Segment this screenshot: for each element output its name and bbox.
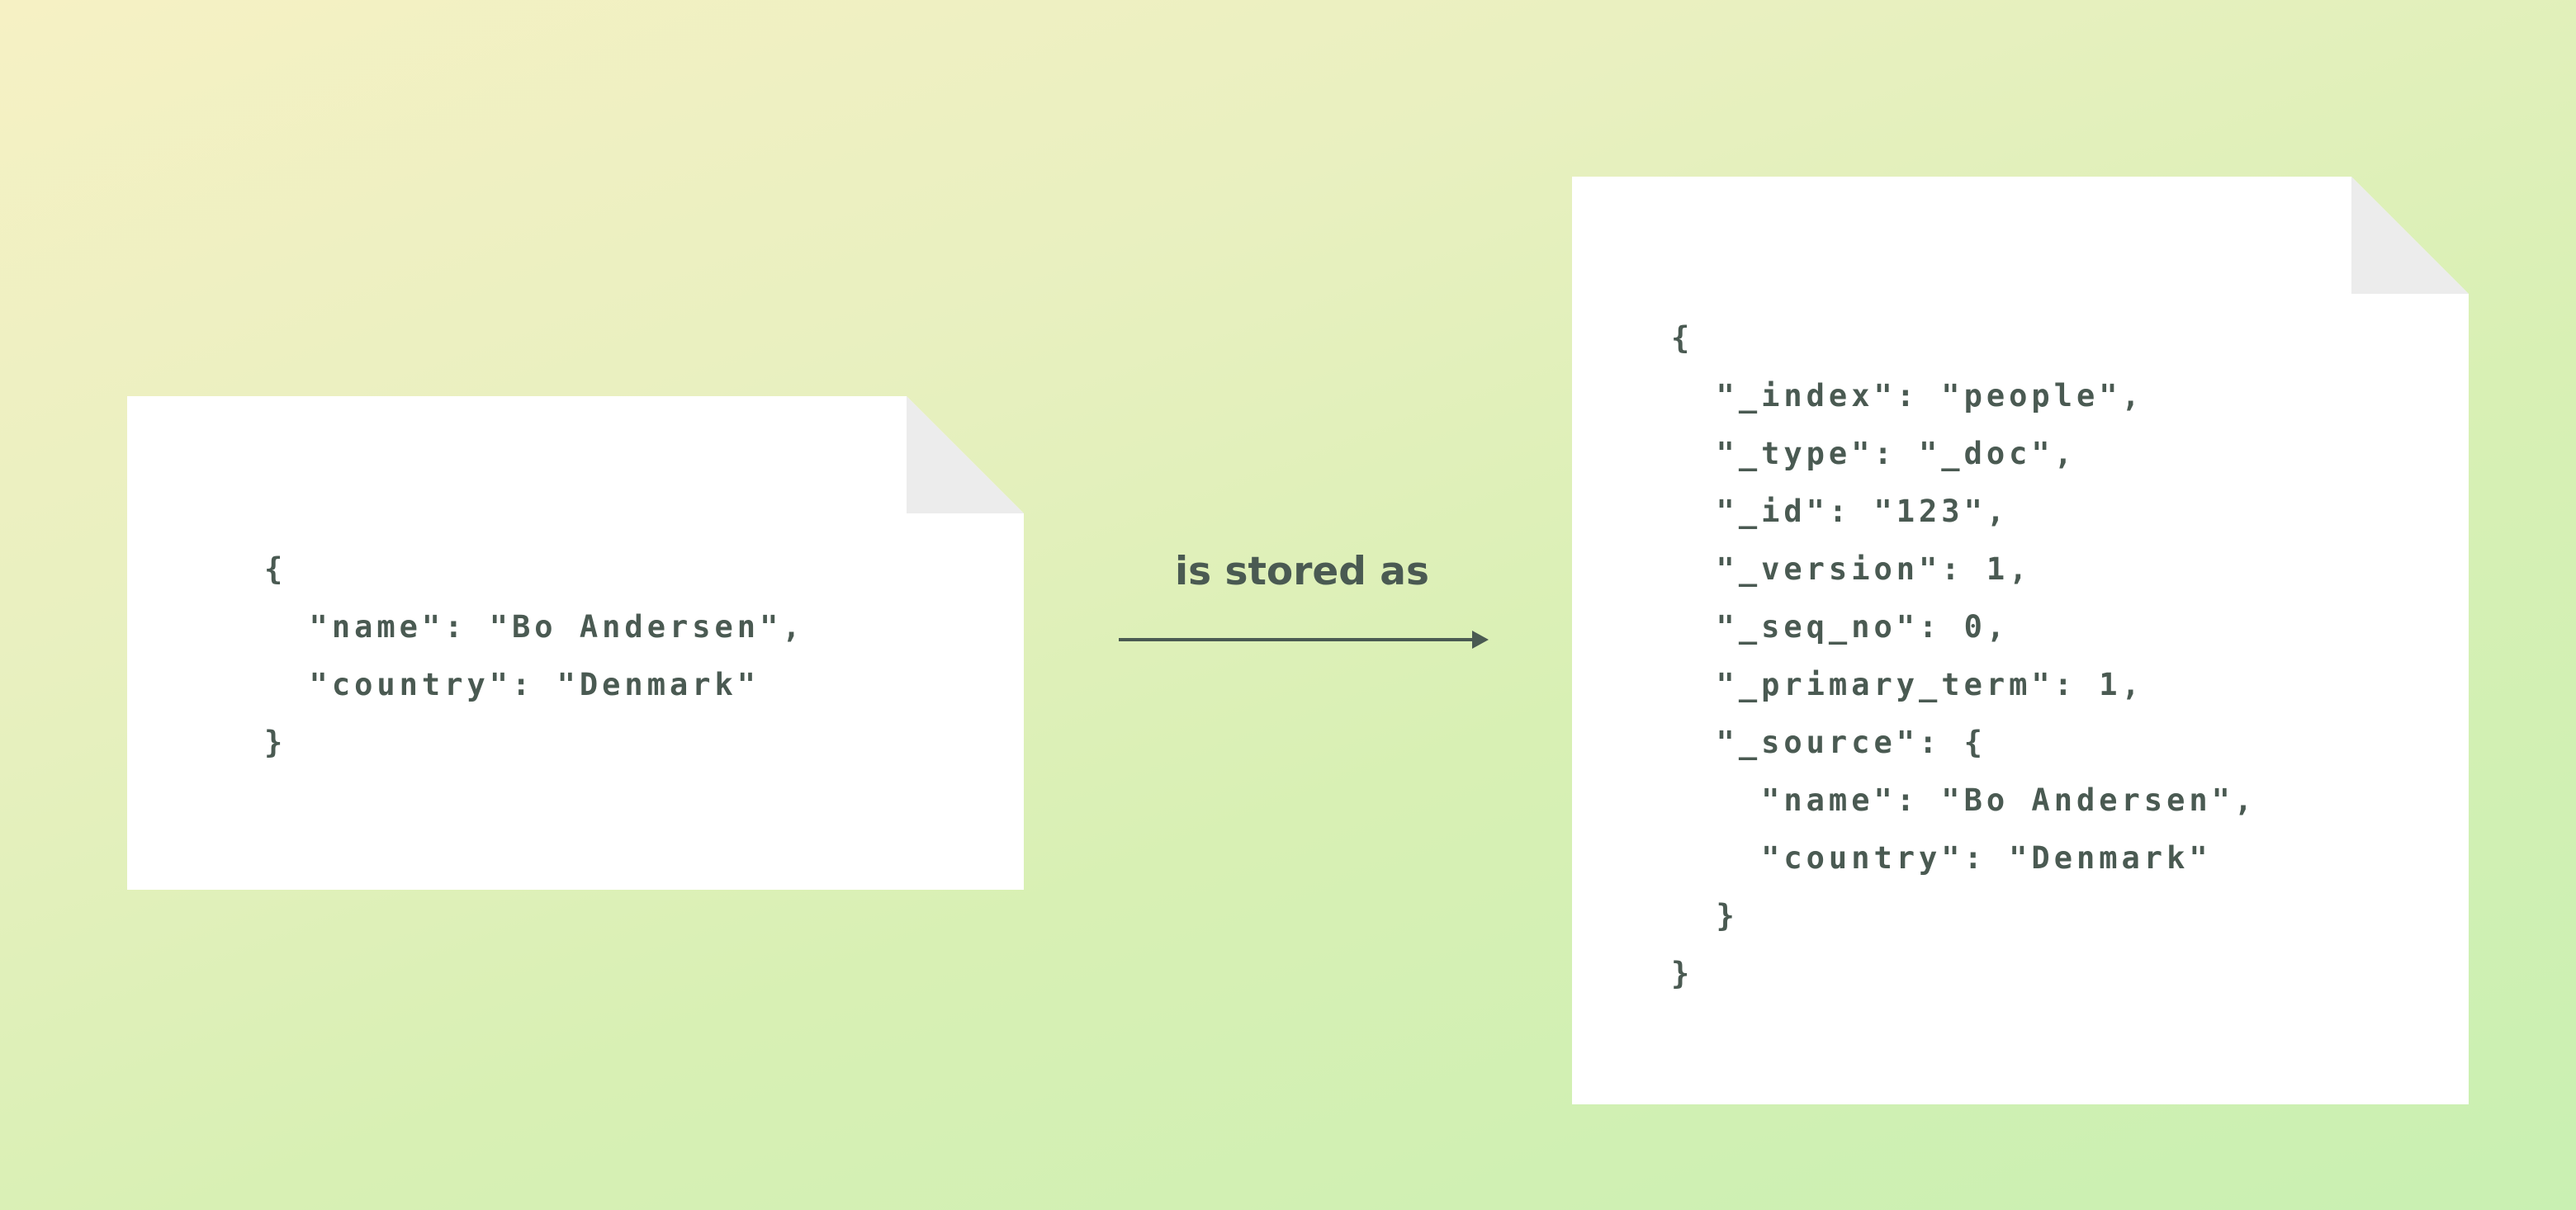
right-arrow-icon <box>1119 631 1489 649</box>
code-line: "_source": { <box>1671 725 1986 760</box>
code-line: { <box>1671 320 1694 356</box>
code-line: "_primary_term": 1, <box>1671 667 2144 702</box>
code-line: "country": "Denmark" <box>264 667 760 702</box>
code-line: "_index": "people", <box>1671 378 2144 414</box>
stored-document-json: { "_index": "people", "_type": "_doc", "… <box>1671 310 2256 1003</box>
code-line: { <box>264 551 287 587</box>
source-document-folded-corner <box>907 396 1024 513</box>
code-line: "_id": "123", <box>1671 494 2010 529</box>
arrow-label: is stored as <box>1175 549 1429 594</box>
code-line: "_seq_no": 0, <box>1671 609 2010 645</box>
source-document-json: { "name": "Bo Andersen", "country": "Den… <box>264 541 805 772</box>
code-line: "name": "Bo Andersen", <box>1671 782 2257 818</box>
code-line: "_version": 1, <box>1671 551 2032 587</box>
code-line: } <box>264 725 287 760</box>
code-line: "country": "Denmark" <box>1671 840 2212 876</box>
code-line: } <box>1671 956 1694 991</box>
code-line: "name": "Bo Andersen", <box>264 609 805 645</box>
code-line: "_type": "_doc", <box>1671 436 2076 471</box>
code-line: } <box>1671 898 1739 933</box>
stored-document-folded-corner <box>2351 177 2469 294</box>
